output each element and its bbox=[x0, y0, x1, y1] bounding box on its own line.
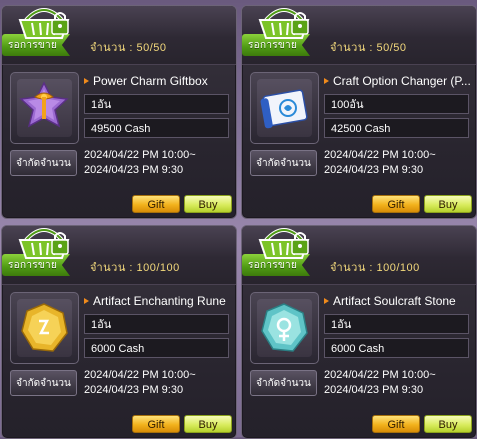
ribbon-label: รอการขาย bbox=[8, 40, 58, 51]
limit-quantity-button[interactable]: จำกัดจำนวน bbox=[10, 370, 77, 396]
item-name: Artifact Enchanting Rune bbox=[84, 294, 234, 310]
amount-field: 1อัน bbox=[324, 314, 469, 334]
buy-button[interactable]: Buy bbox=[424, 195, 472, 213]
item-name: Craft Option Changer (P... bbox=[324, 74, 474, 90]
amount-field: 1อัน bbox=[84, 314, 229, 334]
item-name-text: Artifact Soulcraft Stone bbox=[333, 294, 456, 308]
locked-basket-icon bbox=[16, 6, 72, 42]
limit-quantity-button[interactable]: จำกัดจำนวน bbox=[10, 150, 77, 176]
buy-button[interactable]: Buy bbox=[184, 415, 232, 433]
gift-button[interactable]: Gift bbox=[132, 415, 180, 433]
limit-quantity-button[interactable]: จำกัดจำนวน bbox=[250, 370, 317, 396]
product-card: รอการขาย จำนวน : 100/100 Artifact Soulcr… bbox=[241, 225, 477, 439]
sale-end-date: 2024/04/23 PM 9:30 bbox=[324, 164, 424, 176]
ribbon-label: รอการขาย bbox=[248, 40, 298, 51]
price-field: 49500 Cash bbox=[84, 118, 229, 138]
quantity-label: จำนวน : 100/100 bbox=[90, 262, 180, 274]
gold-rune-icon bbox=[17, 299, 72, 357]
item-name-text: Power Charm Giftbox bbox=[93, 74, 208, 88]
amount-field: 1อัน bbox=[84, 94, 229, 114]
sale-end-date: 2024/04/23 PM 9:30 bbox=[324, 384, 424, 396]
amount-field: 100อัน bbox=[324, 94, 469, 114]
item-icon-frame[interactable] bbox=[10, 72, 79, 144]
cyan-stone-icon bbox=[257, 299, 312, 357]
locked-basket-icon bbox=[16, 226, 72, 262]
limit-quantity-button[interactable]: จำกัดจำนวน bbox=[250, 150, 317, 176]
purple-giftbox-icon bbox=[17, 79, 72, 137]
blue-scroll-icon bbox=[257, 79, 312, 137]
quantity-label: จำนวน : 50/50 bbox=[330, 42, 407, 54]
ribbon-label: รอการขาย bbox=[248, 260, 298, 271]
bullet-arrow-icon bbox=[84, 77, 89, 84]
item-name: Artifact Soulcraft Stone bbox=[324, 294, 474, 310]
item-icon-frame[interactable] bbox=[250, 72, 319, 144]
item-name-text: Craft Option Changer (P... bbox=[333, 74, 471, 88]
locked-basket-icon bbox=[256, 6, 312, 42]
gift-button[interactable]: Gift bbox=[372, 415, 420, 433]
product-card: รอการขาย จำนวน : 50/50 Craft Option Chan… bbox=[241, 5, 477, 219]
product-card: รอการขาย จำนวน : 100/100 Artifact Enchan… bbox=[1, 225, 237, 439]
item-name-text: Artifact Enchanting Rune bbox=[93, 294, 226, 308]
bullet-arrow-icon bbox=[84, 297, 89, 304]
item-icon-frame[interactable] bbox=[10, 292, 79, 364]
sale-start-date: 2024/04/22 PM 10:00~ bbox=[324, 149, 436, 161]
item-name: Power Charm Giftbox bbox=[84, 74, 234, 90]
sale-start-date: 2024/04/22 PM 10:00~ bbox=[84, 149, 196, 161]
gift-button[interactable]: Gift bbox=[132, 195, 180, 213]
item-icon-frame[interactable] bbox=[250, 292, 319, 364]
sale-start-date: 2024/04/22 PM 10:00~ bbox=[84, 369, 196, 381]
bullet-arrow-icon bbox=[324, 77, 329, 84]
price-field: 6000 Cash bbox=[324, 338, 469, 358]
price-field: 6000 Cash bbox=[84, 338, 229, 358]
price-field: 42500 Cash bbox=[324, 118, 469, 138]
locked-basket-icon bbox=[256, 226, 312, 262]
sale-end-date: 2024/04/23 PM 9:30 bbox=[84, 164, 184, 176]
product-card: รอการขาย จำนวน : 50/50 Power Charm Giftb… bbox=[1, 5, 237, 219]
sale-end-date: 2024/04/23 PM 9:30 bbox=[84, 384, 184, 396]
buy-button[interactable]: Buy bbox=[424, 415, 472, 433]
buy-button[interactable]: Buy bbox=[184, 195, 232, 213]
quantity-label: จำนวน : 100/100 bbox=[330, 262, 420, 274]
gift-button[interactable]: Gift bbox=[372, 195, 420, 213]
ribbon-label: รอการขาย bbox=[8, 260, 58, 271]
sale-start-date: 2024/04/22 PM 10:00~ bbox=[324, 369, 436, 381]
quantity-label: จำนวน : 50/50 bbox=[90, 42, 167, 54]
bullet-arrow-icon bbox=[324, 297, 329, 304]
